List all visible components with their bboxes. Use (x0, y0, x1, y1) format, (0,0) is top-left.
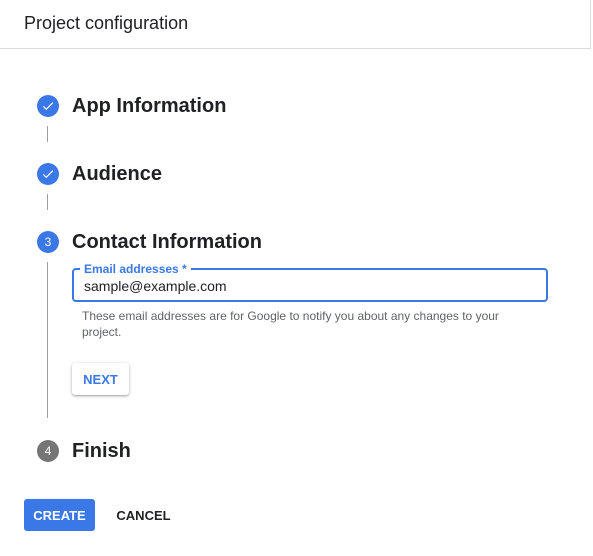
create-button[interactable]: CREATE (24, 499, 95, 531)
step-2-title[interactable]: Audience (72, 163, 162, 186)
step-1-title[interactable]: App Information (72, 95, 226, 118)
step-2-check-icon (37, 163, 59, 185)
step-3-title[interactable]: Contact Information (72, 231, 262, 254)
email-field[interactable]: Email addresses * sample@example.com (72, 262, 548, 302)
step-connector (47, 262, 48, 418)
next-button[interactable]: NEXT (72, 363, 129, 395)
step-4-title[interactable]: Finish (72, 440, 131, 463)
step-connector (47, 126, 48, 142)
page-title: Project configuration (24, 13, 189, 33)
email-hint: These email addresses are for Google to … (82, 309, 499, 339)
email-field-value[interactable]: sample@example.com (84, 278, 227, 294)
email-field-label: Email addresses * (80, 262, 191, 276)
step-4-number-icon: 4 (37, 440, 59, 462)
step-3-number-icon: 3 (37, 231, 59, 253)
step-1-check-icon (37, 95, 59, 117)
step-connector (47, 194, 48, 210)
dialog-header: Project configuration (0, 0, 591, 49)
cancel-button[interactable]: CANCEL (108, 499, 179, 531)
